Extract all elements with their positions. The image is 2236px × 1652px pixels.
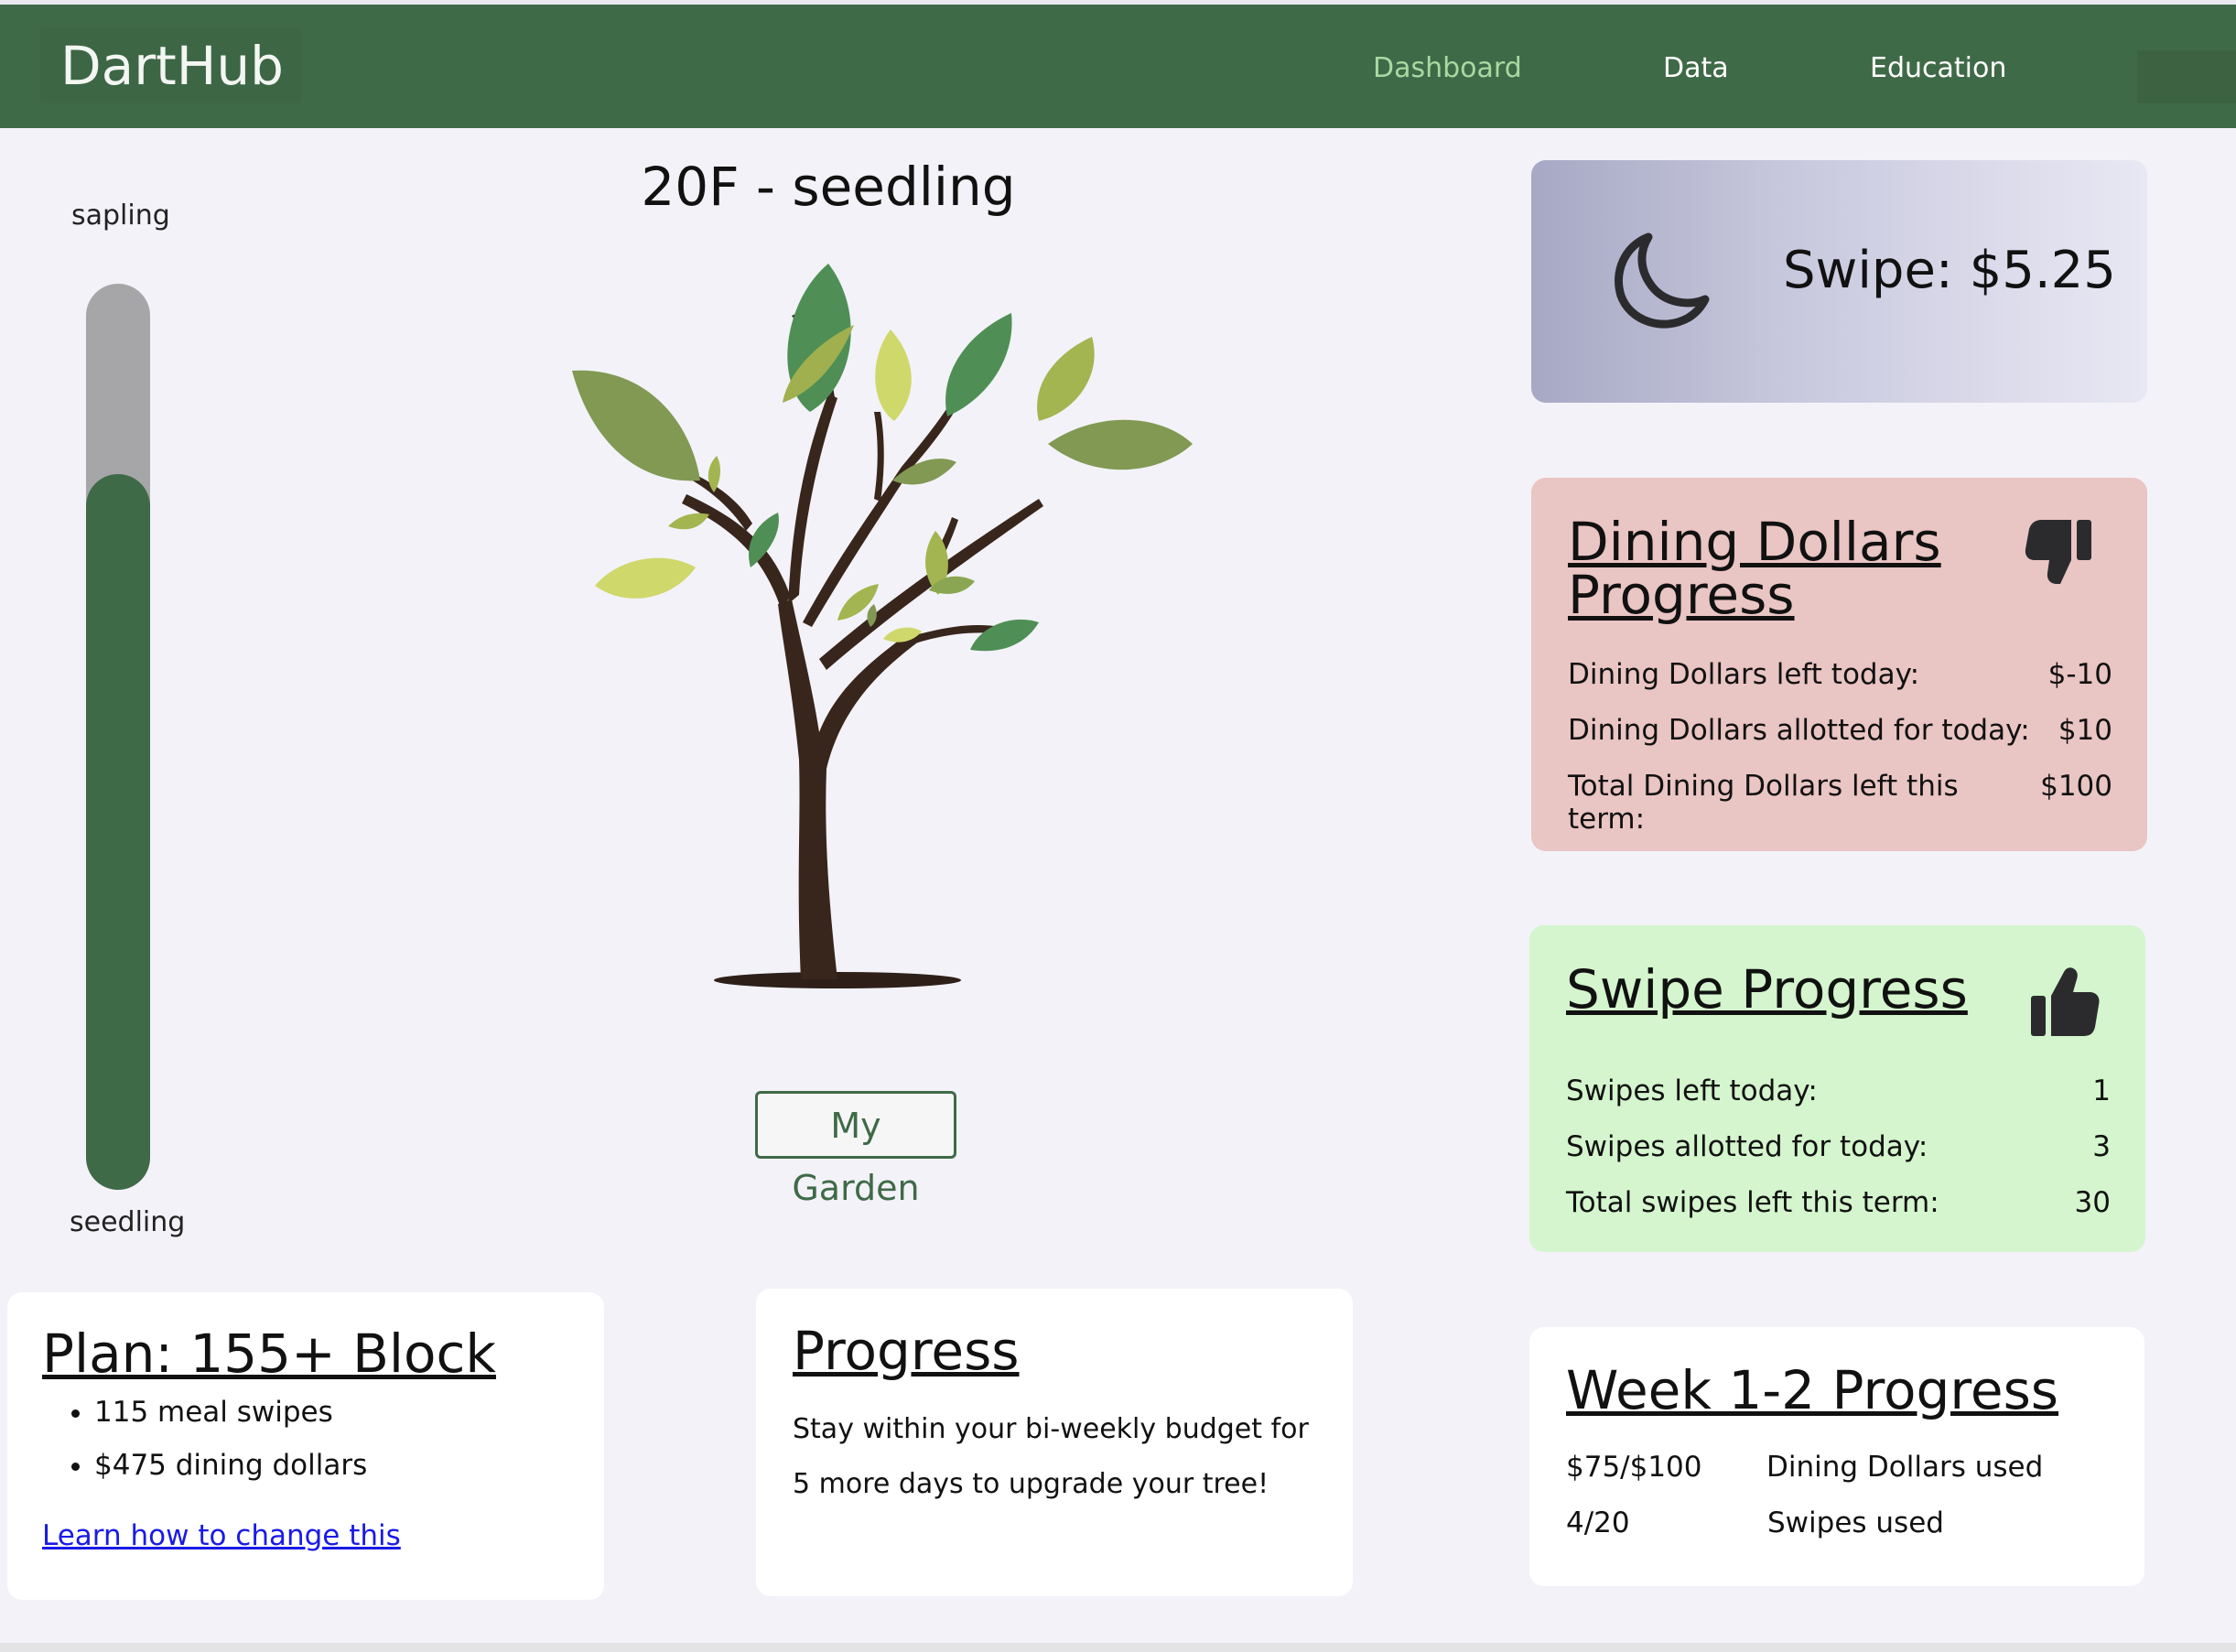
dining-row-value: $10 <box>2058 714 2112 747</box>
leaf <box>970 619 1039 652</box>
dining-row-label: Dining Dollars allotted for today: <box>1568 714 2030 747</box>
swipe-progress-title: Swipe Progress <box>1566 958 1968 1020</box>
plan-list: 115 meal swipes $475 dining dollars <box>26 1396 367 1502</box>
dining-row-value: $-10 <box>2047 658 2112 691</box>
plan-title: Plan: 155+ Block <box>42 1323 496 1385</box>
navbar: DartHub Dashboard Data Education <box>0 5 2236 128</box>
meter-bottom-label: seedling <box>70 1206 186 1238</box>
week-label: Dining Dollars used <box>1766 1451 2044 1484</box>
swipe-row: Total swipes left this term: 30 <box>1566 1186 2111 1219</box>
nav-account-button[interactable] <box>2137 50 2236 103</box>
swipe-row: Swipes allotted for today: 3 <box>1566 1130 2111 1163</box>
swipe-progress-card: Swipe Progress Swipes left today: 1 Swip… <box>1529 925 2145 1252</box>
progress-title: Progress <box>793 1320 1020 1382</box>
swipe-price-card: Swipe: $5.25 <box>1531 160 2147 403</box>
dining-row-value: $100 <box>2040 770 2112 803</box>
tree-illustration <box>572 264 1193 988</box>
thumbs-down-icon <box>2025 520 2091 584</box>
dining-row-label: Total Dining Dollars left this term: <box>1568 770 1959 836</box>
dining-card-title-line2: Progress <box>1568 564 1795 626</box>
week-value: 4/20 <box>1566 1506 1630 1539</box>
meter-top-label: sapling <box>71 200 170 232</box>
swipe-row-label: Swipes left today: <box>1566 1074 1818 1107</box>
brand-logo[interactable]: DartHub <box>40 28 301 103</box>
ground-shadow <box>714 972 961 988</box>
bottom-edge <box>0 1643 2236 1652</box>
dining-dollars-card: Dining Dollars Progress Dining Dollars l… <box>1531 478 2147 851</box>
swipe-row-value: 3 <box>2092 1130 2111 1163</box>
growth-meter-fill <box>86 473 150 1190</box>
week-label: Swipes used <box>1767 1506 1944 1539</box>
tree-trunk <box>778 599 920 979</box>
list-item: 115 meal swipes <box>94 1396 367 1429</box>
nav-link-dashboard[interactable]: Dashboard <box>1373 52 1522 84</box>
nav-link-education[interactable]: Education <box>1870 52 2006 84</box>
swipe-row-label: Swipes allotted for today: <box>1566 1130 1928 1163</box>
leaf <box>1037 337 1095 421</box>
dining-card-title-line1: Dining Dollars <box>1568 511 1941 573</box>
swipe-row-value: 30 <box>2074 1186 2111 1219</box>
leaf <box>668 513 709 530</box>
week-value: $75/$100 <box>1566 1451 1702 1484</box>
leaf <box>572 370 700 481</box>
swipe-row-label: Total swipes left this term: <box>1566 1186 1939 1219</box>
nav-link-data[interactable]: Data <box>1663 52 1729 84</box>
dining-row-label: Dining Dollars left today: <box>1568 658 1920 691</box>
swipe-row: Swipes left today: 1 <box>1566 1074 2111 1107</box>
moon-icon <box>1615 232 1710 329</box>
swipe-price: Swipe: $5.25 <box>1783 241 2116 300</box>
leaf <box>1048 419 1193 470</box>
dining-row: Total Dining Dollars left this term: $10… <box>1568 770 2112 836</box>
progress-message: Stay within your bi-weekly budget for 5 … <box>793 1413 1309 1500</box>
thumbs-up-icon <box>2031 967 2100 1036</box>
week-progress-title: Week 1-2 Progress <box>1566 1359 2059 1421</box>
growth-meter <box>86 284 150 1190</box>
leaf <box>875 329 912 421</box>
swipe-row-value: 1 <box>2092 1074 2111 1107</box>
change-plan-link[interactable]: Learn how to change this <box>42 1519 401 1552</box>
my-garden-button[interactable]: My Garden <box>755 1091 956 1208</box>
leaf <box>595 557 696 599</box>
tree-title: 20F - seedling <box>641 156 1016 218</box>
list-item: $475 dining dollars <box>94 1449 367 1482</box>
leaf <box>945 313 1012 416</box>
dining-row: Dining Dollars left today: $-10 <box>1568 658 2112 691</box>
dining-row: Dining Dollars allotted for today: $10 <box>1568 714 2112 747</box>
